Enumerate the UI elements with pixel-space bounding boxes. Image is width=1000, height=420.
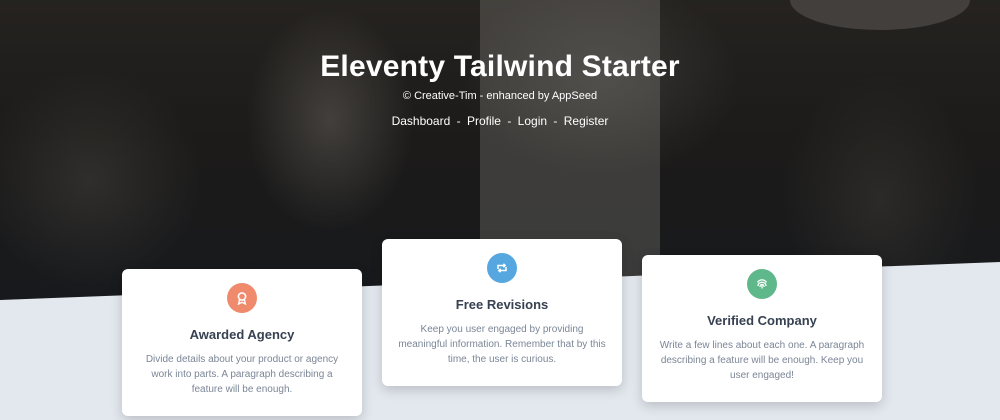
feature-card-free-revisions: Free Revisions Keep you user engaged by … — [382, 239, 622, 386]
feature-title: Awarded Agency — [189, 327, 295, 342]
retweet-icon — [487, 253, 517, 283]
nav-link-dashboard[interactable]: Dashboard — [392, 114, 451, 128]
feature-card-awarded-agency: Awarded Agency Divide details about your… — [122, 269, 362, 416]
feature-title: Free Revisions — [455, 297, 549, 312]
feature-description: Write a few lines about each one. A para… — [659, 340, 865, 381]
hero-content: Eleventy Tailwind Starter © Creative-Tim… — [0, 50, 1000, 128]
nav-separator: - — [507, 114, 512, 128]
feature-description: Divide details about your product or age… — [145, 354, 339, 395]
feature-title: Verified Company — [707, 313, 817, 328]
nav-link-register[interactable]: Register — [564, 114, 609, 128]
nav-separator: - — [456, 114, 461, 128]
feature-description: Keep you user engaged by providing meani… — [398, 324, 606, 365]
page-title: Eleventy Tailwind Starter — [320, 50, 680, 83]
feature-card-verified-company: Verified Company Write a few lines about… — [642, 255, 882, 402]
nav-separator: - — [553, 114, 558, 128]
hero-nav: Dashboard - Profile - Login - Register — [0, 114, 1000, 128]
credit-line: © Creative-Tim - enhanced by AppSeed — [402, 90, 598, 102]
nav-link-profile[interactable]: Profile — [467, 114, 501, 128]
fingerprint-icon — [747, 269, 777, 299]
nav-link-login[interactable]: Login — [518, 114, 547, 128]
award-icon — [227, 283, 257, 313]
